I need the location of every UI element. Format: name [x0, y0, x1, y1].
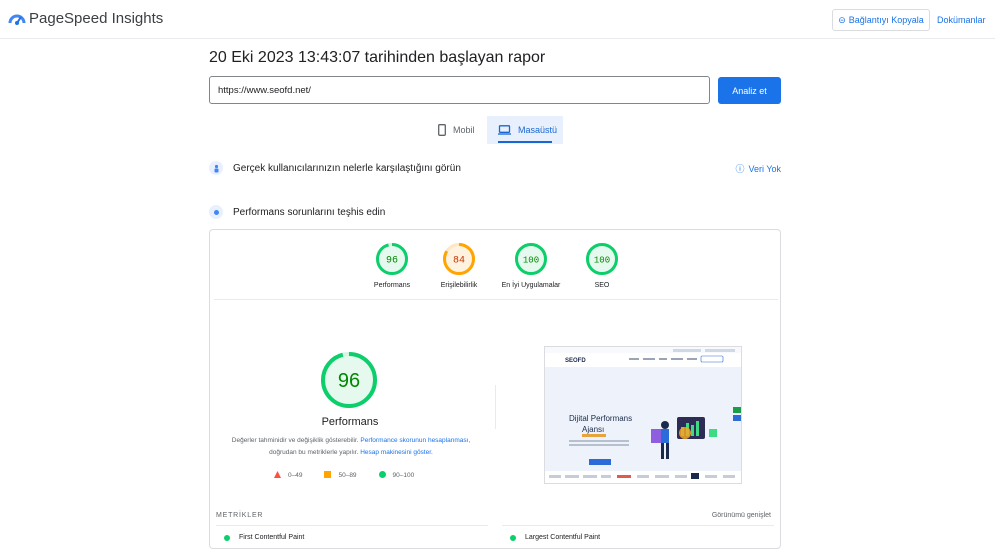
- score-gauge-seo[interactable]: 100 SEO: [567, 242, 637, 289]
- score-ring-accessibility: 84: [443, 243, 475, 275]
- legend-range: 90–100: [392, 472, 415, 479]
- score-gauge-best-practices[interactable]: 100 En İyi Uygulamalar: [496, 242, 566, 289]
- score-legend: 0–49 50–89 90–100: [274, 471, 436, 480]
- phone-icon: [438, 124, 446, 136]
- link-icon: ⊝: [838, 14, 846, 25]
- legend-range: 50–89: [338, 472, 357, 479]
- analyze-button[interactable]: Analiz et: [718, 77, 781, 104]
- main-score-value: 96: [338, 370, 360, 392]
- tab-desktop[interactable]: Masaüstü: [487, 116, 563, 144]
- metric-lcp: Largest Contentful Paint: [510, 534, 600, 541]
- score-gauge-performance[interactable]: 96 Performans: [357, 242, 427, 289]
- page-screenshot: SEOFD Dijital Performans Ajansı: [544, 346, 742, 484]
- score-description: Değerler tahminidir ve değişiklik göster…: [221, 435, 481, 459]
- legend-item-average: 50–89: [324, 471, 357, 480]
- vertical-divider: [495, 385, 496, 429]
- tab-mobile-label: Mobil: [453, 125, 475, 135]
- calculator-link[interactable]: Hesap makinesini göster.: [360, 449, 433, 456]
- metrics-divider-left: [216, 525, 488, 526]
- svg-text:100: 100: [594, 256, 610, 266]
- score-label-best-practices: En İyi Uygulamalar: [501, 282, 561, 289]
- score-gauge-accessibility[interactable]: 84 Erişilebilirlik: [424, 242, 494, 289]
- card-divider: [214, 299, 778, 300]
- preview-hero-line2: Ajansı: [582, 425, 604, 434]
- expand-view-toggle[interactable]: Görünümü genişlet: [712, 512, 771, 519]
- metrics-heading: METRİKLER: [216, 512, 264, 519]
- no-data-label: Veri Yok: [748, 163, 781, 174]
- svg-text:84: 84: [453, 256, 465, 267]
- legend-item-fail: 0–49: [274, 471, 302, 480]
- metric-fcp: First Contentful Paint: [224, 534, 304, 541]
- no-data-link[interactable]: ⓘ Veri Yok: [735, 162, 781, 175]
- page-title: 20 Eki 2023 13:43:07 tarihinden başlayan…: [209, 49, 546, 66]
- svg-text:100: 100: [523, 256, 539, 266]
- svg-text:96: 96: [386, 256, 398, 267]
- url-input[interactable]: [209, 76, 710, 104]
- tab-mobile[interactable]: Mobil: [430, 116, 485, 144]
- score-ring-seo: 100: [586, 243, 618, 275]
- desc-prefix: Değerler tahminidir ve değişiklik göster…: [231, 437, 361, 444]
- pagespeed-logo-icon: [8, 14, 26, 25]
- metrics-divider-right: [502, 525, 774, 526]
- field-data-heading: Gerçek kullanıcılarınızın nelerle karşıl…: [233, 162, 461, 174]
- score-label-performance: Performans: [373, 282, 411, 289]
- pass-dot-icon: [224, 534, 230, 541]
- metric-label: Largest Contentful Paint: [525, 534, 601, 541]
- app-title: PageSpeed Insights: [29, 10, 164, 27]
- circle-icon: [378, 471, 386, 480]
- performance-card: 96 Performans 84 Erişilebilirlik 100 En …: [209, 229, 781, 549]
- pass-dot-icon: [510, 534, 516, 541]
- tab-desktop-label: Masaüstü: [518, 125, 558, 135]
- main-score-title: Performans: [321, 416, 379, 428]
- info-icon: ⓘ: [735, 164, 745, 174]
- metric-label: First Contentful Paint: [239, 534, 305, 541]
- diagnose-section: Performans sorunlarını teşhis edin: [209, 203, 781, 221]
- copy-link-button[interactable]: ⊝ Bağlantıyı Kopyala: [832, 9, 930, 31]
- preview-logo: SEOFD: [565, 358, 586, 364]
- field-data-section: Gerçek kullanıcılarınızın nelerle karşıl…: [209, 159, 781, 177]
- copy-link-label: Bağlantıyı Kopyala: [848, 15, 924, 25]
- score-label-seo: SEO: [594, 282, 610, 289]
- score-calc-link[interactable]: Performance skorunun hesaplanması: [360, 437, 468, 444]
- preview-hero-line1: Dijital Performans: [569, 414, 632, 423]
- legend-range: 0–49: [288, 472, 303, 479]
- triangle-icon: [274, 471, 281, 480]
- lab-icon: [209, 205, 223, 219]
- users-icon: [209, 161, 223, 175]
- top-bar: PageSpeed Insights ⊝ Bağlantıyı Kopyala …: [0, 0, 995, 39]
- docs-link[interactable]: Dokümanlar: [937, 15, 986, 25]
- website-preview-image: SEOFD Dijital Performans Ajansı: [545, 347, 741, 483]
- main-score-gauge: 96: [321, 352, 377, 408]
- score-ring-best-practices: 100: [515, 243, 547, 275]
- square-icon: [324, 471, 332, 480]
- score-ring-performance: 96: [376, 243, 408, 275]
- active-tab-indicator: [498, 141, 552, 143]
- legend-item-pass: 90–100: [378, 471, 415, 480]
- diagnose-heading: Performans sorunlarını teşhis edin: [233, 206, 386, 218]
- score-label-accessibility: Erişilebilirlik: [440, 282, 478, 289]
- laptop-icon: [498, 125, 511, 135]
